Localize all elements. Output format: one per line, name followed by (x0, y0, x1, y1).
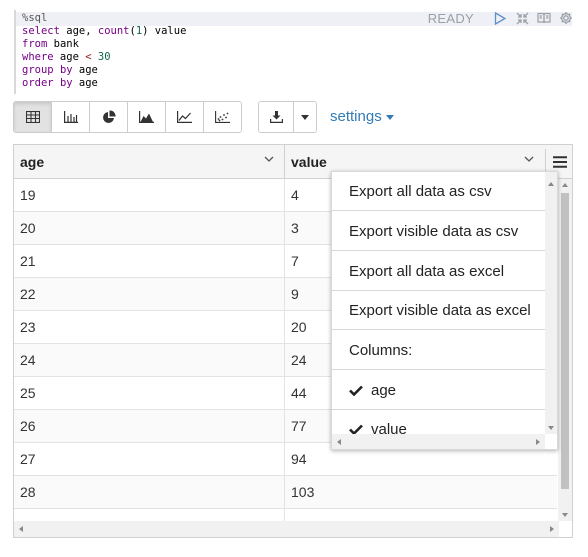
table-icon (25, 111, 40, 123)
code-token: group (22, 64, 54, 76)
menu-export-visible-excel[interactable]: Export visible data as excel (332, 291, 545, 330)
chevron-down-icon[interactable] (264, 156, 274, 163)
menu-export-all-excel[interactable]: Export all data as excel (332, 252, 545, 291)
gear-icon[interactable] (558, 10, 574, 26)
scroll-up-icon[interactable] (548, 182, 554, 186)
cell-value[interactable]: 103 (285, 476, 551, 509)
scroll-right-icon[interactable] (550, 526, 554, 532)
horizontal-scrollbar[interactable] (14, 521, 559, 537)
scroll-left-icon[interactable] (19, 526, 23, 532)
cell-age[interactable]: 21 (14, 245, 284, 278)
download-button[interactable] (259, 102, 293, 132)
menu-columns-label: Columns: (332, 331, 545, 370)
code-token: age (53, 51, 86, 63)
scroll-left-icon[interactable] (337, 439, 341, 445)
visualization-toolbar (13, 101, 242, 133)
cell-age[interactable]: 25 (14, 377, 284, 410)
scroll-down-icon[interactable] (548, 426, 554, 430)
cell-age[interactable]: 26 (14, 410, 284, 443)
column-header-age[interactable]: age (14, 145, 284, 178)
code-token: 30 (97, 51, 111, 63)
paragraph-controls: READY (428, 10, 574, 26)
checkmark-icon (349, 424, 365, 435)
table-view-button[interactable] (14, 102, 52, 132)
cell-age[interactable]: 19 (14, 179, 284, 212)
download-group (258, 101, 317, 133)
menu-horizontal-scrollbar[interactable] (332, 434, 545, 449)
cell-age[interactable]: 27 (14, 443, 284, 476)
checkmark-icon (349, 385, 365, 396)
code-line: order by age (22, 77, 186, 90)
pie-chart-icon (102, 110, 116, 123)
code-token: %sql (22, 12, 48, 24)
line-chart-button[interactable] (166, 102, 204, 132)
menu-export-visible-csv[interactable]: Export visible data as csv (332, 212, 545, 251)
hamburger-menu-icon (552, 156, 567, 168)
scroll-up-icon[interactable] (562, 183, 568, 187)
status-label: READY (427, 10, 474, 26)
book-icon[interactable] (536, 10, 552, 26)
code-token: count (97, 25, 130, 37)
code-token: by (59, 64, 73, 76)
code-token: by (59, 77, 73, 89)
code-token: bank (47, 38, 79, 50)
line-chart-icon (177, 111, 192, 123)
code-token: age (72, 64, 98, 76)
code-line: %sql (22, 12, 186, 25)
pie-chart-button[interactable] (90, 102, 128, 132)
menu-column-toggle-age[interactable]: age (332, 371, 545, 410)
cell-age[interactable]: 24 (14, 344, 284, 377)
code-line: group by age (22, 64, 186, 77)
cell-age[interactable]: 22 (14, 278, 284, 311)
chevron-down-icon[interactable] (524, 156, 534, 163)
code-token: select (22, 25, 60, 37)
area-chart-icon (139, 111, 154, 123)
area-chart-button[interactable] (128, 102, 166, 132)
scatter-chart-icon (215, 111, 230, 123)
code-line: from bank (22, 38, 186, 51)
bar-chart-icon (63, 111, 78, 123)
menu-vertical-scrollbar[interactable] (545, 172, 557, 434)
column-divider (284, 179, 285, 521)
code-token: from (22, 38, 48, 50)
cell-age[interactable]: 23 (14, 311, 284, 344)
scroll-down-icon[interactable] (562, 513, 568, 517)
settings-dropdown[interactable]: settings (330, 108, 394, 125)
code-line: where age < 30 (22, 51, 186, 64)
code-token: order (22, 77, 54, 89)
vertical-scrollbar[interactable] (558, 179, 572, 521)
code-token: age, (59, 25, 98, 37)
collapse-icon[interactable] (514, 10, 530, 26)
scatter-chart-button[interactable] (204, 102, 241, 132)
download-icon (269, 111, 283, 123)
settings-label: settings (330, 108, 382, 125)
code-token: ) value (142, 25, 187, 37)
code-token: age (72, 77, 98, 89)
menu-export-all-csv[interactable]: Export all data as csv (332, 172, 545, 211)
code-line: select age, count(1) value (22, 25, 186, 38)
cell-age[interactable]: 20 (14, 212, 284, 245)
cell-age[interactable]: 28 (14, 476, 284, 509)
caret-down-icon (301, 114, 309, 120)
chart-type-group (13, 101, 242, 133)
scrollbar-thumb[interactable] (561, 193, 569, 489)
caret-down-icon (385, 114, 394, 120)
bar-chart-button[interactable] (52, 102, 90, 132)
scroll-right-icon[interactable] (536, 439, 540, 445)
code-token: where (22, 51, 54, 63)
sql-code[interactable]: %sql select age, count(1) value from bank w… (22, 12, 186, 90)
run-icon[interactable] (492, 10, 508, 26)
grid-menu-dropdown: Export all data as csv Export visible da… (331, 171, 558, 450)
download-dropdown-toggle[interactable] (293, 102, 316, 132)
table-row: 28 103 (14, 476, 557, 509)
